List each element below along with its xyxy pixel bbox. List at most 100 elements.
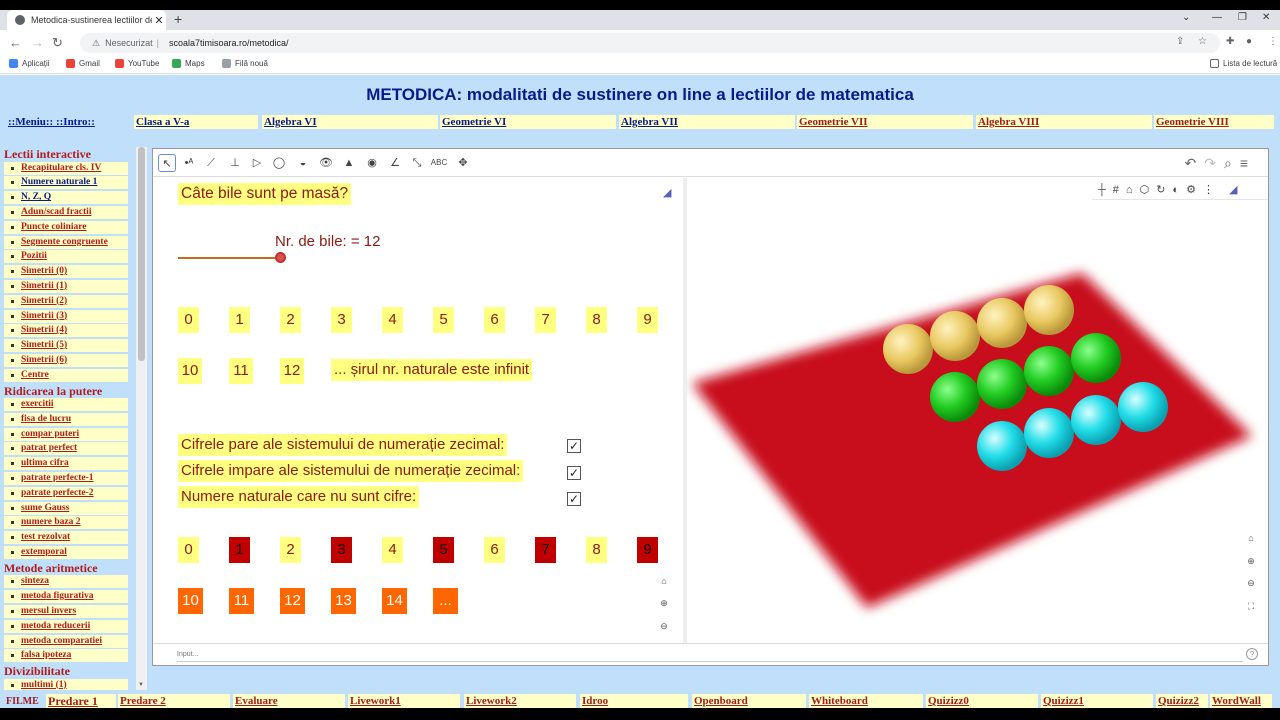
even-digits-checkbox[interactable]: ✓ <box>567 439 581 453</box>
sidebar-link[interactable]: Simetrii (5) <box>4 339 128 353</box>
sphere-tool-icon[interactable]: ◒ <box>294 154 312 172</box>
bottomnav-link[interactable]: Predare 2 <box>118 694 230 708</box>
back-icon[interactable]: ← <box>9 35 22 50</box>
sidebar-link[interactable]: Recapitulare cls. IV <box>4 161 128 175</box>
menu-dots-icon[interactable]: ⋮ <box>1268 36 1278 47</box>
zoom-in-icon[interactable]: ⊕ <box>656 595 672 611</box>
sidebar-link[interactable]: Centre <box>4 368 128 382</box>
perpendicular-tool-icon[interactable]: ⊥ <box>226 154 244 172</box>
style-bar-toggle-icon[interactable]: ◢ <box>663 186 671 199</box>
bottomnav-link[interactable]: Quizizz1 <box>1041 694 1153 708</box>
zoom-out-icon[interactable]: ⊖ <box>656 618 672 634</box>
home-icon[interactable]: ⌂ <box>1243 530 1259 546</box>
search-icon[interactable]: ⌕ <box>1224 155 1240 171</box>
zoom-in-icon[interactable]: ⊕ <box>1243 553 1259 569</box>
line-tool-icon[interactable]: ⟋ <box>202 154 220 172</box>
scrollbar-thumb[interactable] <box>138 147 145 361</box>
bottomnav-link[interactable]: Whiteboard <box>809 694 923 708</box>
undo-icon[interactable]: ↶ <box>1185 155 1205 171</box>
sidebar-link[interactable]: test rezolvat <box>4 531 128 545</box>
close-window-icon[interactable]: ✕ <box>1262 12 1270 23</box>
bottomnav-link[interactable]: Openboard <box>692 694 806 708</box>
star-icon[interactable]: ☆ <box>1198 36 1207 47</box>
browser-tab[interactable]: Metodica-sustinerea lectiilor de ✕ <box>7 10 166 30</box>
topnav-link[interactable]: Geometrie VI <box>440 115 616 129</box>
circle-tool-icon[interactable]: ◯ <box>270 154 288 172</box>
minimize-icon[interactable]: — <box>1212 12 1222 23</box>
sidebar-link[interactable]: sinteza <box>4 575 128 589</box>
bookmark-gmail[interactable]: Gmail <box>66 59 100 68</box>
3d-scene[interactable] <box>687 178 1268 643</box>
sidebar-link[interactable]: numere baza 2 <box>4 516 128 530</box>
reading-list[interactable]: Lista de lectură <box>1210 59 1277 68</box>
slider-track[interactable] <box>178 257 281 259</box>
bookmark-youtube[interactable]: YouTube <box>115 59 159 68</box>
sidebar-link[interactable]: falsa ipoteza <box>4 649 128 663</box>
sidebar-link[interactable]: Numere naturale 1 <box>4 176 128 190</box>
forward-icon[interactable]: → <box>31 35 44 50</box>
sidebar-link[interactable]: compar puteri <box>4 427 128 441</box>
topnav-link[interactable]: Geometrie VII <box>797 115 973 129</box>
new-tab-icon[interactable]: + <box>174 11 182 27</box>
sidebar-link[interactable]: mersul invers <box>4 604 128 618</box>
sidebar-scrollbar[interactable]: ▼ <box>136 147 147 690</box>
polygon-tool-icon[interactable]: ▷ <box>248 154 266 172</box>
view-tool-icon[interactable]: 👁 <box>317 154 335 172</box>
sidebar-link[interactable]: metoda figurativa <box>4 590 128 604</box>
sidebar-link[interactable]: metoda reducerii <box>4 619 128 633</box>
help-icon[interactable]: ? <box>1246 648 1258 660</box>
topnav-link[interactable]: ::Meniu:: ::Intro:: <box>6 115 134 129</box>
sidebar-link[interactable]: patrat perfect <box>4 442 128 456</box>
input-field[interactable]: Input... <box>177 648 1243 662</box>
zoom-out-icon[interactable]: ⊖ <box>1243 575 1259 591</box>
topnav-link[interactable]: Algebra VII <box>619 115 795 129</box>
sidebar-link[interactable]: Simetrii (0) <box>4 265 128 279</box>
scroll-down-icon[interactable]: ▼ <box>138 682 144 688</box>
bottomnav-link[interactable]: Quizizz0 <box>926 694 1038 708</box>
topnav-link[interactable]: Algebra VIII <box>976 115 1152 129</box>
sidebar-link[interactable]: patrate perfecte-2 <box>4 486 128 500</box>
sidebar-link[interactable]: metoda comparatiei <box>4 634 128 648</box>
topnav-link[interactable]: Clasa a V-a <box>134 115 258 129</box>
bottomnav-link[interactable]: Idroo <box>580 694 688 708</box>
sidebar-link[interactable]: patrate perfecte-1 <box>4 472 128 485</box>
angle-tool-icon[interactable]: ∠ <box>386 154 404 172</box>
topnav-link[interactable]: Algebra VI <box>262 115 438 129</box>
home-icon[interactable]: ⌂ <box>656 573 672 589</box>
sidebar-link[interactable]: Pozitii <box>4 250 128 264</box>
bookmark-apps[interactable]: Aplicații <box>9 59 50 68</box>
sidebar-link[interactable]: Simetrii (6) <box>4 353 128 367</box>
sidebar-link[interactable]: multimi (1) <box>4 678 128 690</box>
non-digits-checkbox[interactable]: ✓ <box>567 492 581 506</box>
sidebar-link[interactable]: Simetrii (4) <box>4 324 128 338</box>
redo-icon[interactable]: ↷ <box>1204 155 1224 171</box>
close-icon[interactable]: ✕ <box>152 14 166 27</box>
bottomnav-link[interactable]: Evaluare <box>233 694 345 708</box>
reload-icon[interactable]: ↻ <box>52 35 63 51</box>
sidebar-link[interactable]: sume Gauss <box>4 501 128 515</box>
extensions-icon[interactable]: ✚ <box>1226 36 1234 47</box>
pyramid-tool-icon[interactable]: ▲ <box>340 154 358 172</box>
odd-digits-checkbox[interactable]: ✓ <box>567 466 581 480</box>
sidebar-link[interactable]: exercitii <box>4 398 128 411</box>
slider-handle[interactable] <box>275 252 286 263</box>
sidebar-link[interactable]: Simetrii (3) <box>4 309 128 323</box>
sidebar-link[interactable]: fisa de lucru <box>4 412 128 426</box>
sidebar-link[interactable]: Adun/scad fractii <box>4 205 128 219</box>
move-tool-icon[interactable]: ↖ <box>158 154 176 172</box>
sphere-center-tool-icon[interactable]: ◉ <box>363 154 381 172</box>
reflect-tool-icon[interactable]: ⤡ <box>408 154 426 172</box>
bookmark-new-tab[interactable]: Filă nouă <box>222 59 268 68</box>
bottomnav-link[interactable]: Livework2 <box>464 694 576 708</box>
sidebar-link[interactable]: ultima cifra <box>4 457 128 471</box>
hamburger-menu-icon[interactable]: ≡ <box>1240 155 1256 171</box>
omnibox[interactable]: ⚠ Nesecurizat | scoala7timisoara.ro/meto… <box>80 33 1220 53</box>
profile-icon[interactable]: ● <box>1246 36 1252 47</box>
bottomnav-link[interactable]: Quizizz2 <box>1156 694 1208 708</box>
sidebar-link[interactable]: Segmente congruente <box>4 235 128 249</box>
chevron-down-icon[interactable]: ⌄ <box>1182 12 1190 23</box>
share-icon[interactable]: ⇪ <box>1176 36 1184 47</box>
bottomnav-link[interactable]: WordWall <box>1210 694 1272 708</box>
sidebar-link[interactable]: extemporal <box>4 546 128 559</box>
bottomnav-link[interactable]: Livework1 <box>348 694 460 708</box>
